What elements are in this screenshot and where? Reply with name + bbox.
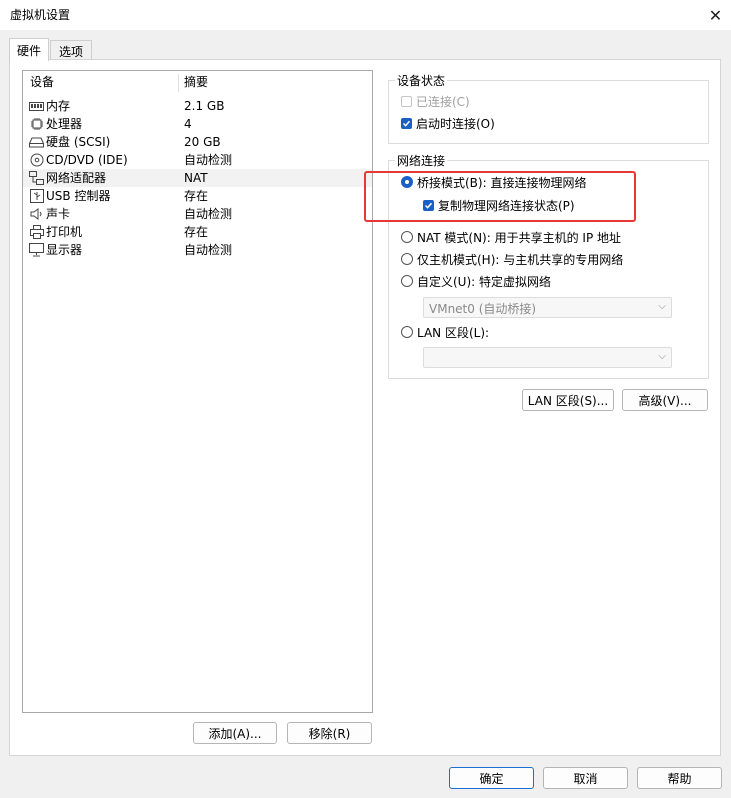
nat-mode-radio[interactable]: NAT 模式(N): 用于共享主机的 IP 地址: [401, 228, 621, 246]
lan-segment-select[interactable]: ⌵: [423, 347, 672, 368]
device-summary: 存在: [184, 225, 209, 239]
device-row-network-adapter[interactable]: 网络适配器 NAT: [23, 169, 372, 187]
device-name: USB 控制器: [46, 189, 111, 203]
device-status-title: 设备状态: [397, 74, 446, 88]
ok-label: 确定: [479, 771, 504, 786]
remove-device-button[interactable]: 移除(R): [287, 722, 372, 744]
connect-at-power-on-checkbox[interactable]: 启动时连接(O): [401, 114, 495, 132]
device-summary: 20 GB: [184, 135, 221, 149]
hard-disk-icon: [29, 135, 44, 149]
device-list[interactable]: 设备 摘要 内存 2.1 GB 处理器 4 硬盘 (SCSI) 20 GB CD…: [22, 70, 373, 713]
device-row-hard-disk[interactable]: 硬盘 (SCSI) 20 GB: [23, 133, 372, 151]
column-header-device[interactable]: 设备: [30, 71, 54, 93]
device-name: 打印机: [46, 225, 83, 239]
device-row-printer[interactable]: 打印机 存在: [23, 223, 372, 241]
cd-dvd-icon: [29, 153, 44, 167]
column-separator[interactable]: [178, 74, 179, 92]
advanced-label: 高级(V)...: [638, 393, 692, 408]
printer-icon: [29, 225, 44, 239]
nat-mode-label: NAT 模式(N): 用于共享主机的 IP 地址: [417, 230, 622, 245]
lan-segment-label: LAN 区段(L):: [417, 325, 490, 340]
tab-hardware-label: 硬件: [16, 43, 41, 58]
device-name: 显示器: [46, 243, 83, 257]
chevron-down-icon: ⌵: [658, 351, 666, 362]
close-icon: ✕: [708, 5, 723, 25]
usb-icon: [29, 189, 44, 203]
device-row-processor[interactable]: 处理器 4: [23, 115, 372, 133]
device-name: 内存: [46, 99, 71, 113]
title-bar: 虚拟机设置 ✕: [0, 0, 731, 30]
device-row-sound-card[interactable]: 声卡 自动检测: [23, 205, 372, 223]
monitor-icon: [29, 243, 44, 257]
lan-segments-label: LAN 区段(S)...: [527, 393, 609, 408]
help-label: 帮助: [667, 771, 692, 786]
network-adapter-icon: [29, 171, 44, 185]
add-device-label: 添加(A)...: [208, 726, 262, 741]
radio-icon: [401, 275, 413, 287]
device-row-memory[interactable]: 内存 2.1 GB: [23, 97, 372, 115]
device-name: 硬盘 (SCSI): [46, 135, 111, 149]
radio-icon: [401, 326, 413, 338]
device-name: CD/DVD (IDE): [46, 153, 128, 167]
window-title: 虚拟机设置: [10, 8, 71, 22]
sound-card-icon: [29, 207, 44, 221]
custom-network-label: 自定义(U): 特定虚拟网络: [417, 274, 552, 289]
chevron-down-icon: ⌵: [658, 301, 666, 312]
device-row-usb[interactable]: USB 控制器 存在: [23, 187, 372, 205]
device-summary: 2.1 GB: [184, 99, 225, 113]
device-name: 处理器: [46, 117, 83, 131]
lan-segments-button[interactable]: LAN 区段(S)...: [522, 389, 614, 411]
tab-options-label: 选项: [58, 44, 83, 59]
device-summary: 自动检测: [184, 243, 233, 257]
lan-segment-radio[interactable]: LAN 区段(L):: [401, 323, 489, 341]
radio-icon: [401, 253, 413, 265]
add-device-button[interactable]: 添加(A)...: [193, 722, 277, 744]
custom-network-select[interactable]: VMnet0 (自动桥接) ⌵: [423, 297, 672, 318]
device-summary: 自动检测: [184, 207, 233, 221]
device-summary: NAT: [184, 171, 208, 185]
column-header-summary[interactable]: 摘要: [184, 71, 208, 93]
connected-label: 已连接(C): [416, 94, 470, 109]
close-button[interactable]: ✕: [700, 0, 731, 30]
ok-button[interactable]: 确定: [449, 767, 534, 789]
device-summary: 自动检测: [184, 153, 233, 167]
tab-options[interactable]: 选项: [50, 40, 92, 61]
custom-network-radio[interactable]: 自定义(U): 特定虚拟网络: [401, 272, 551, 290]
cancel-button[interactable]: 取消: [543, 767, 628, 789]
device-name: 声卡: [46, 207, 71, 221]
device-row-cd-dvd[interactable]: CD/DVD (IDE) 自动检测: [23, 151, 372, 169]
processor-icon: [29, 117, 44, 131]
cancel-label: 取消: [573, 771, 598, 786]
host-only-label: 仅主机模式(H): 与主机共享的专用网络: [417, 252, 624, 267]
help-button[interactable]: 帮助: [637, 767, 722, 789]
checkmark-icon: [401, 117, 412, 129]
advanced-button[interactable]: 高级(V)...: [622, 389, 708, 411]
device-row-monitor[interactable]: 显示器 自动检测: [23, 241, 372, 259]
connect-at-power-on-label: 启动时连接(O): [416, 116, 495, 131]
host-only-radio[interactable]: 仅主机模式(H): 与主机共享的专用网络: [401, 250, 623, 268]
remove-device-label: 移除(R): [308, 726, 351, 741]
network-connection-title: 网络连接: [397, 154, 446, 168]
custom-network-value: VMnet0 (自动桥接): [429, 302, 537, 316]
radio-icon: [401, 231, 413, 243]
device-summary: 存在: [184, 189, 209, 203]
annotation-highlight-box: [364, 171, 636, 222]
device-summary: 4: [184, 117, 192, 131]
device-list-header: 设备 摘要: [23, 71, 372, 93]
tab-hardware[interactable]: 硬件: [9, 38, 49, 61]
device-name: 网络适配器: [46, 171, 107, 185]
connected-checkbox[interactable]: 已连接(C): [401, 92, 470, 110]
connected-checkbox-box: [401, 95, 412, 107]
memory-icon: [29, 99, 44, 113]
